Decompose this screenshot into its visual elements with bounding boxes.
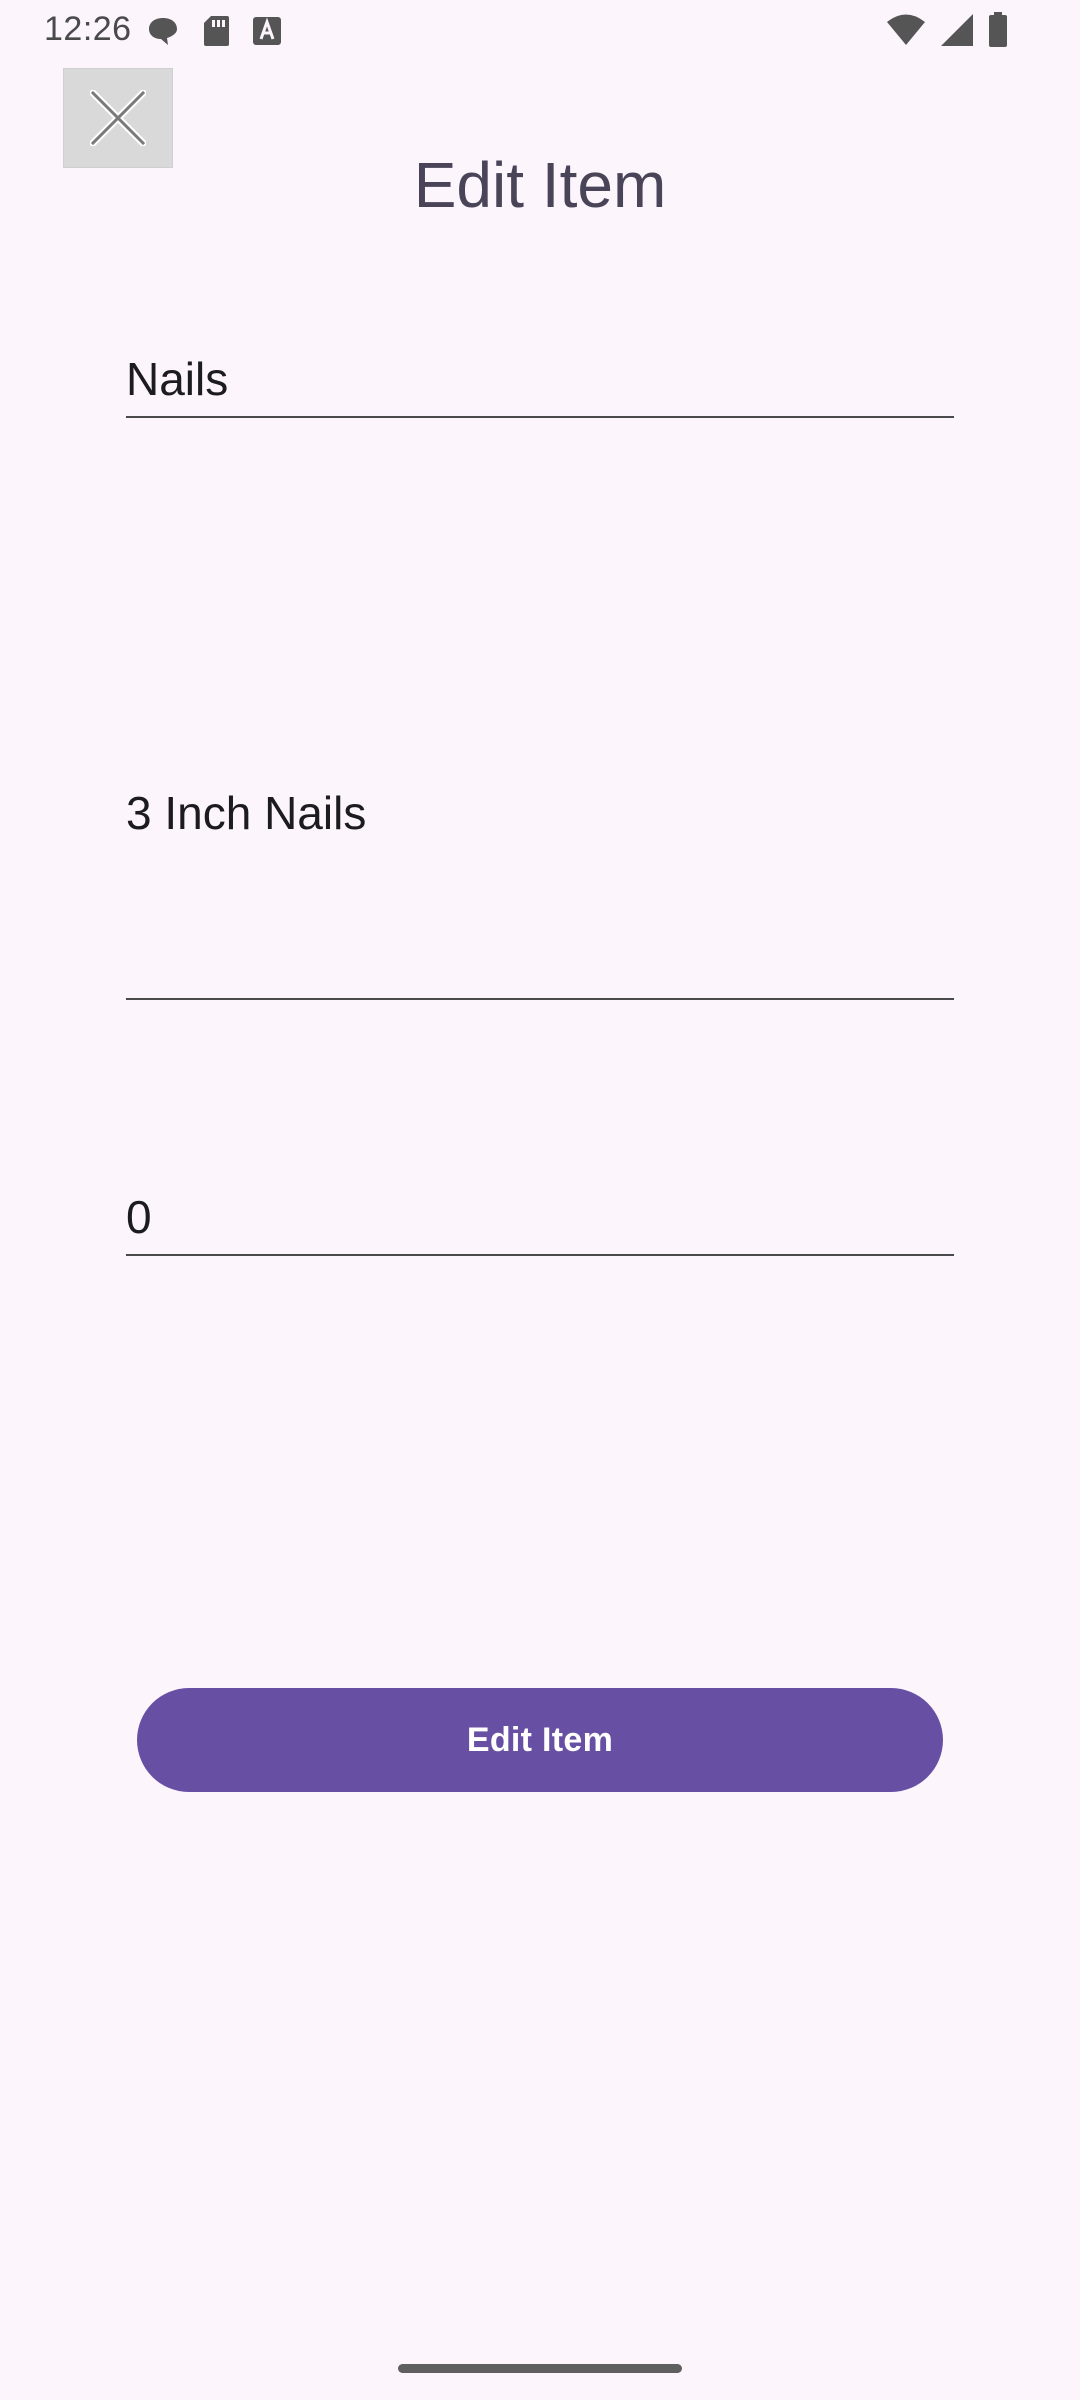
close-icon <box>90 90 146 146</box>
item-description-field[interactable]: 3 Inch Nails <box>126 780 954 1000</box>
page-title: Edit Item <box>413 149 667 221</box>
edit-item-button-label: Edit Item <box>466 1720 614 1759</box>
status-time: 12:26 <box>44 10 132 48</box>
edit-item-button[interactable]: Edit Item <box>137 1688 943 1792</box>
item-quantity-value: 0 <box>126 1191 152 1243</box>
item-quantity-field[interactable]: 0 <box>126 1188 954 1256</box>
status-notification-icons <box>146 14 282 48</box>
edit-item-screen: 12:26 Edit Item Nails 3 Inch Nails 0 Edi… <box>0 0 1080 2400</box>
font-a-icon <box>253 17 281 45</box>
item-description-value: 3 Inch Nails <box>126 787 367 839</box>
chat-bubble-icon <box>149 18 177 45</box>
status-bar: 12:26 <box>0 0 1080 62</box>
item-name-field[interactable]: Nails <box>126 352 954 418</box>
sd-card-icon <box>204 16 229 46</box>
battery-icon <box>989 12 1007 47</box>
status-system-icons <box>886 12 1008 48</box>
cell-signal-icon <box>941 14 973 46</box>
wifi-icon <box>887 14 925 45</box>
home-indicator[interactable] <box>398 2364 682 2373</box>
item-name-value: Nails <box>126 353 229 405</box>
